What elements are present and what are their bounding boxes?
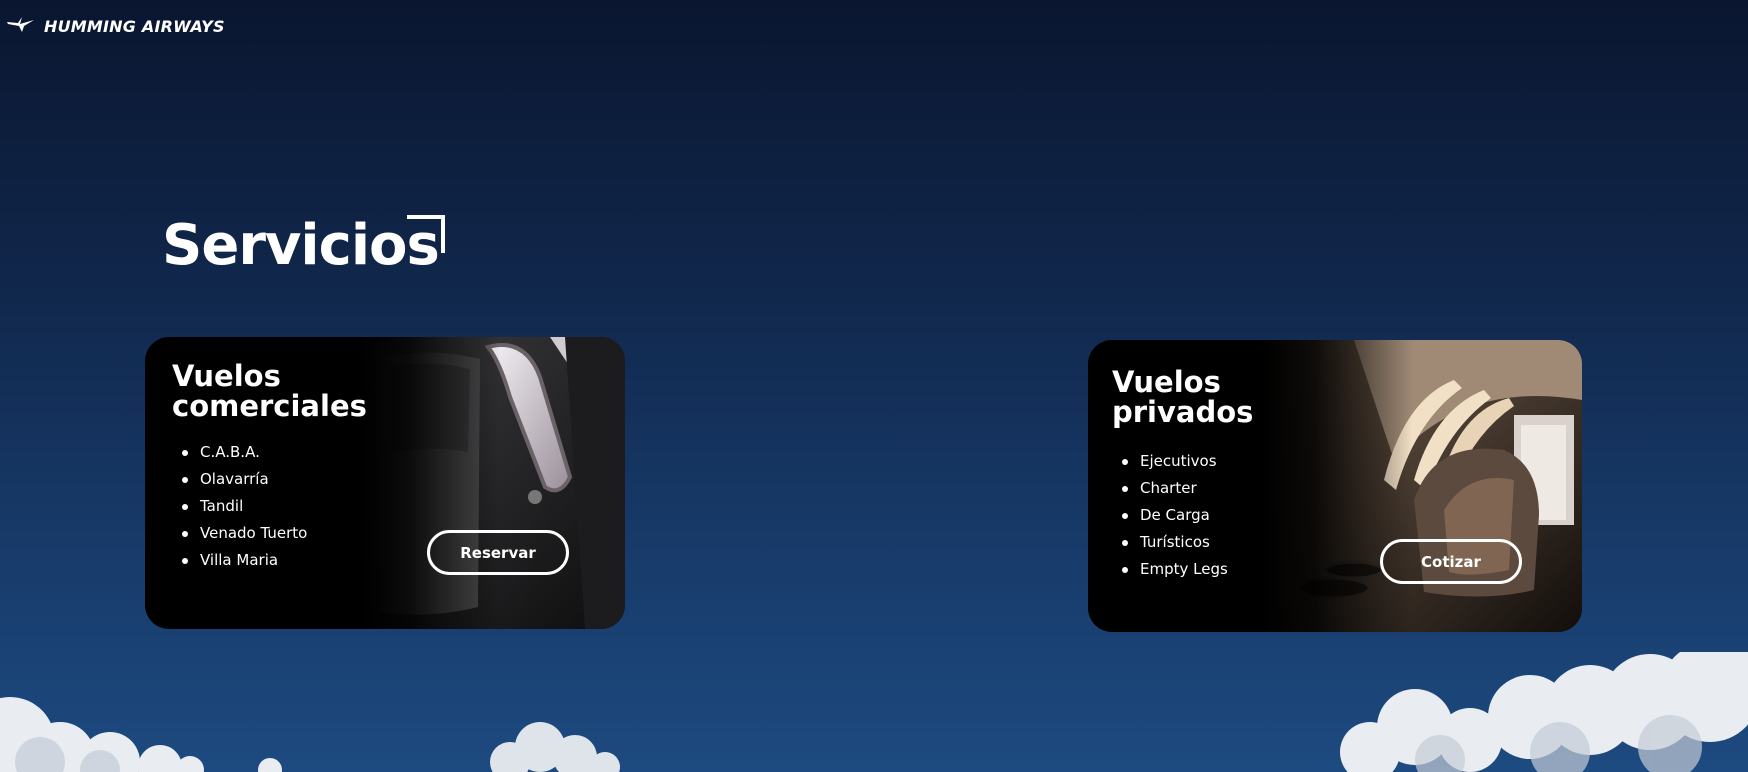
list-item: C.A.B.A. xyxy=(182,439,307,466)
card-commercial-flights: Vuelos comerciales C.A.B.A. Olavarría Ta… xyxy=(145,337,625,629)
cloud-left xyxy=(0,662,300,772)
title-corner-decoration xyxy=(407,215,445,253)
brand-name: HUMMING AIRWAYS xyxy=(44,16,225,36)
destinations-list: C.A.B.A. Olavarría Tandil Venado Tuerto … xyxy=(182,439,307,574)
services-list: Ejecutivos Charter De Carga Turísticos E… xyxy=(1122,448,1228,583)
bird-icon xyxy=(6,14,36,38)
list-item: Empty Legs xyxy=(1122,556,1228,583)
list-item: Tandil xyxy=(182,493,307,520)
list-item: De Carga xyxy=(1122,502,1228,529)
list-item: Turísticos xyxy=(1122,529,1228,556)
brand-logo[interactable]: HUMMING AIRWAYS xyxy=(6,14,225,38)
page-title: Servicios xyxy=(162,213,440,278)
card-title: Vuelos comerciales xyxy=(172,359,367,424)
list-item: Venado Tuerto xyxy=(182,520,307,547)
reservar-button[interactable]: Reservar xyxy=(427,530,569,575)
list-item: Olavarría xyxy=(182,466,307,493)
cloud-center xyxy=(470,712,630,772)
card-title: Vuelos privados xyxy=(1112,365,1254,430)
card-private-flights: Vuelos privados Ejecutivos Charter De Ca… xyxy=(1088,340,1582,632)
list-item: Ejecutivos xyxy=(1122,448,1228,475)
list-item: Charter xyxy=(1122,475,1228,502)
list-item: Villa Maria xyxy=(182,547,307,574)
card-gradient-overlay xyxy=(360,337,500,629)
cotizar-button[interactable]: Cotizar xyxy=(1380,539,1522,584)
cloud-right xyxy=(1330,652,1748,772)
section-header: Servicios xyxy=(162,213,445,278)
card-gradient-overlay xyxy=(1263,340,1413,632)
